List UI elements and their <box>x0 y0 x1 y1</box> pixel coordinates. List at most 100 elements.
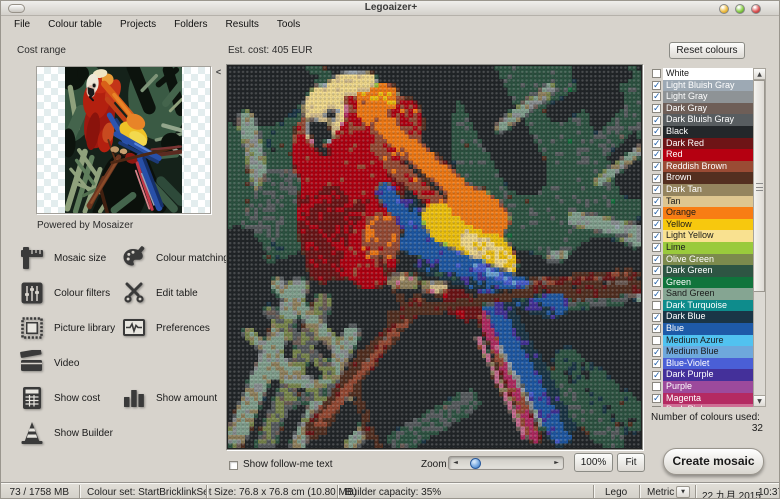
menu-projects[interactable]: Projects <box>111 18 165 31</box>
colour-row-yellow[interactable]: ✓Yellow <box>652 219 753 231</box>
colour-checkbox[interactable]: ✓ <box>652 197 661 206</box>
title-bar[interactable]: Legoaizer+ <box>1 1 780 16</box>
colour-checkbox[interactable]: ✓ <box>652 92 661 101</box>
colour-row-medium-azure[interactable]: Medium Azure <box>652 335 753 347</box>
colour-checkbox[interactable]: ✓ <box>652 406 661 407</box>
colour-checkbox[interactable]: ✓ <box>652 255 661 264</box>
source-image-preview <box>36 66 211 214</box>
colour-row-light-gray[interactable]: ✓Light Gray <box>652 91 753 103</box>
colour-checkbox[interactable]: ✓ <box>652 220 661 229</box>
tool-edit-table[interactable]: Edit table <box>121 278 198 308</box>
colour-checkbox[interactable]: ✓ <box>652 266 661 275</box>
colour-checkbox[interactable] <box>652 69 661 78</box>
colour-row-blue[interactable]: ✓Blue <box>652 323 753 335</box>
tool-show-amount[interactable]: Show amount <box>121 383 217 413</box>
tool-mosaic-size[interactable]: Mosaic size <box>19 243 106 273</box>
colour-row-reddish-brown[interactable]: ✓Reddish Brown <box>652 161 753 173</box>
zoom-decrease-arrow-icon[interactable]: ◄ <box>450 458 461 468</box>
colour-row-magenta[interactable]: ✓Magenta <box>652 393 753 405</box>
colour-row-dark-pink[interactable]: ✓Dark Pink <box>652 404 753 407</box>
colour-row-dark-red[interactable]: ✓Dark Red <box>652 138 753 150</box>
window-button-minimize[interactable] <box>719 4 729 14</box>
scroll-up-icon[interactable]: ▲ <box>754 69 765 80</box>
zoom-slider-track[interactable]: ◄ ► <box>448 456 564 470</box>
colour-row-sand-green[interactable]: ✓Sand Green <box>652 288 753 300</box>
colour-checkbox[interactable]: ✓ <box>652 208 661 217</box>
zoom-slider-thumb[interactable] <box>470 458 481 469</box>
colour-checkbox[interactable]: ✓ <box>652 313 661 322</box>
colour-row-blue-violet[interactable]: ✓Blue-Violet <box>652 358 753 370</box>
colour-row-lime[interactable]: ✓Lime <box>652 242 753 254</box>
colour-row-dark-bluish-gray[interactable]: ✓Dark Bluish Gray <box>652 114 753 126</box>
zoom-100-button[interactable]: 100% <box>574 453 613 472</box>
follow-me-checkbox[interactable] <box>229 461 238 470</box>
colour-row-dark-purple[interactable]: ✓Dark Purple <box>652 369 753 381</box>
colour-checkbox[interactable] <box>652 301 661 310</box>
colour-row-dark-tan[interactable]: ✓Dark Tan <box>652 184 753 196</box>
colour-checkbox[interactable]: ✓ <box>652 243 661 252</box>
colour-checkbox[interactable]: ✓ <box>652 185 661 194</box>
window-button-maximize[interactable] <box>735 4 745 14</box>
menu-results[interactable]: Results <box>217 18 268 31</box>
tool-show-builder[interactable]: Show Builder <box>19 418 113 448</box>
colour-checkbox[interactable]: ✓ <box>652 81 661 90</box>
menu-colour-table[interactable]: Colour table <box>39 18 111 31</box>
colour-checkbox[interactable]: ✓ <box>652 127 661 136</box>
colour-row-dark-gray[interactable]: ✓Dark Gray <box>652 103 753 115</box>
scroll-down-icon[interactable]: ▼ <box>754 395 765 406</box>
colour-checkbox[interactable]: ✓ <box>652 116 661 125</box>
colour-checkbox[interactable]: ✓ <box>652 324 661 333</box>
zoom-label: Zoom <box>421 459 447 470</box>
colour-row-white[interactable]: White <box>652 68 753 80</box>
colour-checkbox[interactable]: ✓ <box>652 371 661 380</box>
colour-row-red[interactable]: ✓Red <box>652 149 753 161</box>
colour-row-black[interactable]: ✓Black <box>652 126 753 138</box>
colour-row-tan[interactable]: ✓Tan <box>652 196 753 208</box>
colour-checkbox[interactable]: ✓ <box>652 174 661 183</box>
tool-colour-filters[interactable]: Colour filters <box>19 278 110 308</box>
colour-checkbox[interactable]: ✓ <box>652 348 661 357</box>
colour-row-dark-blue[interactable]: ✓Dark Blue <box>652 311 753 323</box>
colour-list-scrollbar[interactable]: ▲ ▼ <box>753 68 766 407</box>
colour-checkbox[interactable]: ✓ <box>652 278 661 287</box>
colour-row-dark-green[interactable]: ✓Dark Green <box>652 265 753 277</box>
window-button-close[interactable] <box>751 4 761 14</box>
colour-checkbox[interactable]: ✓ <box>652 232 661 241</box>
colour-checkbox[interactable]: ✓ <box>652 139 661 148</box>
colour-row-light-bluish-gray[interactable]: ✓Light Bluish Gray <box>652 80 753 92</box>
zoom-increase-arrow-icon[interactable]: ► <box>551 458 562 468</box>
menu-tools[interactable]: Tools <box>268 18 309 31</box>
colour-checkbox[interactable]: ✓ <box>652 359 661 368</box>
colour-checkbox[interactable] <box>652 382 661 391</box>
colour-row-orange[interactable]: ✓Orange <box>652 207 753 219</box>
colour-checkbox[interactable] <box>652 336 661 345</box>
colour-checkbox[interactable]: ✓ <box>652 162 661 171</box>
colour-row-green[interactable]: ✓Green <box>652 277 753 289</box>
reset-colours-button[interactable]: Reset colours <box>669 42 745 59</box>
tool-show-cost[interactable]: Show cost <box>19 383 100 413</box>
units-dropdown[interactable]: ▼ <box>676 486 690 498</box>
colour-row-light-yellow[interactable]: ✓Light Yellow <box>652 230 753 242</box>
tool-video[interactable]: Video <box>19 348 79 378</box>
collapse-panel-button[interactable]: < <box>213 66 224 79</box>
tool-colour-matching[interactable]: Colour matching <box>121 243 229 273</box>
colour-row-olive-green[interactable]: ✓Olive Green <box>652 254 753 266</box>
colour-row-purple[interactable]: Purple <box>652 381 753 393</box>
colour-checkbox[interactable]: ✓ <box>652 394 661 403</box>
scrollbar-thumb[interactable] <box>754 80 765 292</box>
tool-picture-library[interactable]: Picture library <box>19 313 115 343</box>
colour-row-dark-turquoise[interactable]: Dark Turquoise <box>652 300 753 312</box>
fit-button[interactable]: Fit <box>617 453 645 472</box>
colour-checkbox[interactable]: ✓ <box>652 150 661 159</box>
create-mosaic-button[interactable]: Create mosaic <box>663 448 764 475</box>
mosaic-viewport[interactable] <box>226 64 643 450</box>
menu-bar: FileColour tableProjectsFoldersResultsTo… <box>1 17 780 32</box>
menu-file[interactable]: File <box>5 18 39 31</box>
menu-folders[interactable]: Folders <box>165 18 216 31</box>
colour-checkbox[interactable]: ✓ <box>652 290 661 299</box>
colour-row-brown[interactable]: ✓Brown <box>652 172 753 184</box>
colour-row-medium-blue[interactable]: ✓Medium Blue <box>652 346 753 358</box>
tool-preferences[interactable]: Preferences <box>121 313 210 343</box>
colour-checkbox[interactable]: ✓ <box>652 104 661 113</box>
colour-name: Dark Tan <box>663 184 753 196</box>
